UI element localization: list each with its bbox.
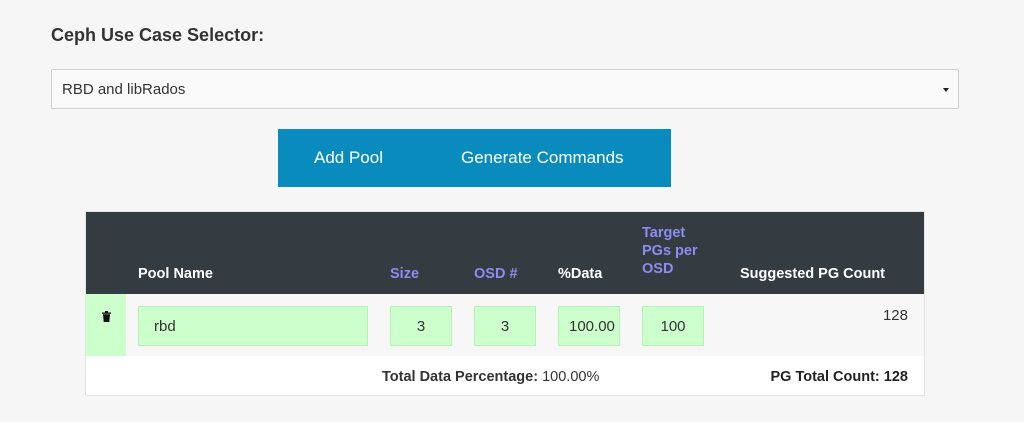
suggested-pg-count: 128 (882, 307, 908, 324)
total-data-value: 100.00% (542, 369, 600, 385)
header-target-line-3: OSD (642, 261, 674, 277)
add-pool-button[interactable]: Add Pool (314, 129, 383, 187)
trash-icon[interactable] (102, 309, 111, 327)
header-osd: OSD # (474, 266, 518, 282)
page: Ceph Use Case Selector: RBD and libRados… (0, 0, 1024, 422)
table-row: 128 (86, 294, 924, 356)
use-case-selector-label: Ceph Use Case Selector: (51, 25, 265, 45)
size-input[interactable] (390, 306, 452, 346)
total-data-percentage: Total Data Percentage: 100.00% (382, 369, 599, 385)
pg-total-label: PG Total Count: (770, 369, 880, 385)
pg-total-count: PG Total Count: 128 (770, 369, 908, 385)
osd-count-input[interactable] (474, 306, 536, 346)
pg-total-value: 128 (883, 369, 908, 385)
generate-commands-button[interactable]: Generate Commands (461, 129, 624, 187)
action-button-bar: Add Pool Generate Commands (278, 129, 671, 187)
data-percent-input[interactable] (558, 306, 620, 346)
delete-cell (86, 294, 126, 356)
pool-name-input[interactable] (138, 306, 368, 346)
use-case-select[interactable]: RBD and libRados (51, 69, 959, 109)
header-target-pgs: Target PGs per OSD (642, 224, 698, 278)
use-case-select-value: RBD and libRados (62, 81, 186, 98)
caret-down-icon (943, 88, 949, 92)
header-data-percent: %Data (558, 266, 603, 282)
header-pool-name: Pool Name (138, 266, 213, 282)
pool-table: Pool Name Size OSD # %Data Target PGs pe… (85, 211, 925, 396)
header-target-line-2: PGs per (642, 243, 698, 259)
header-suggested-pg-count: Suggested PG Count (740, 266, 885, 282)
total-data-label: Total Data Percentage: (382, 369, 539, 385)
table-header: Pool Name Size OSD # %Data Target PGs pe… (86, 212, 924, 294)
header-size: Size (390, 266, 420, 282)
header-target-line-1: Target (642, 225, 686, 241)
target-pgs-input[interactable] (642, 306, 704, 346)
